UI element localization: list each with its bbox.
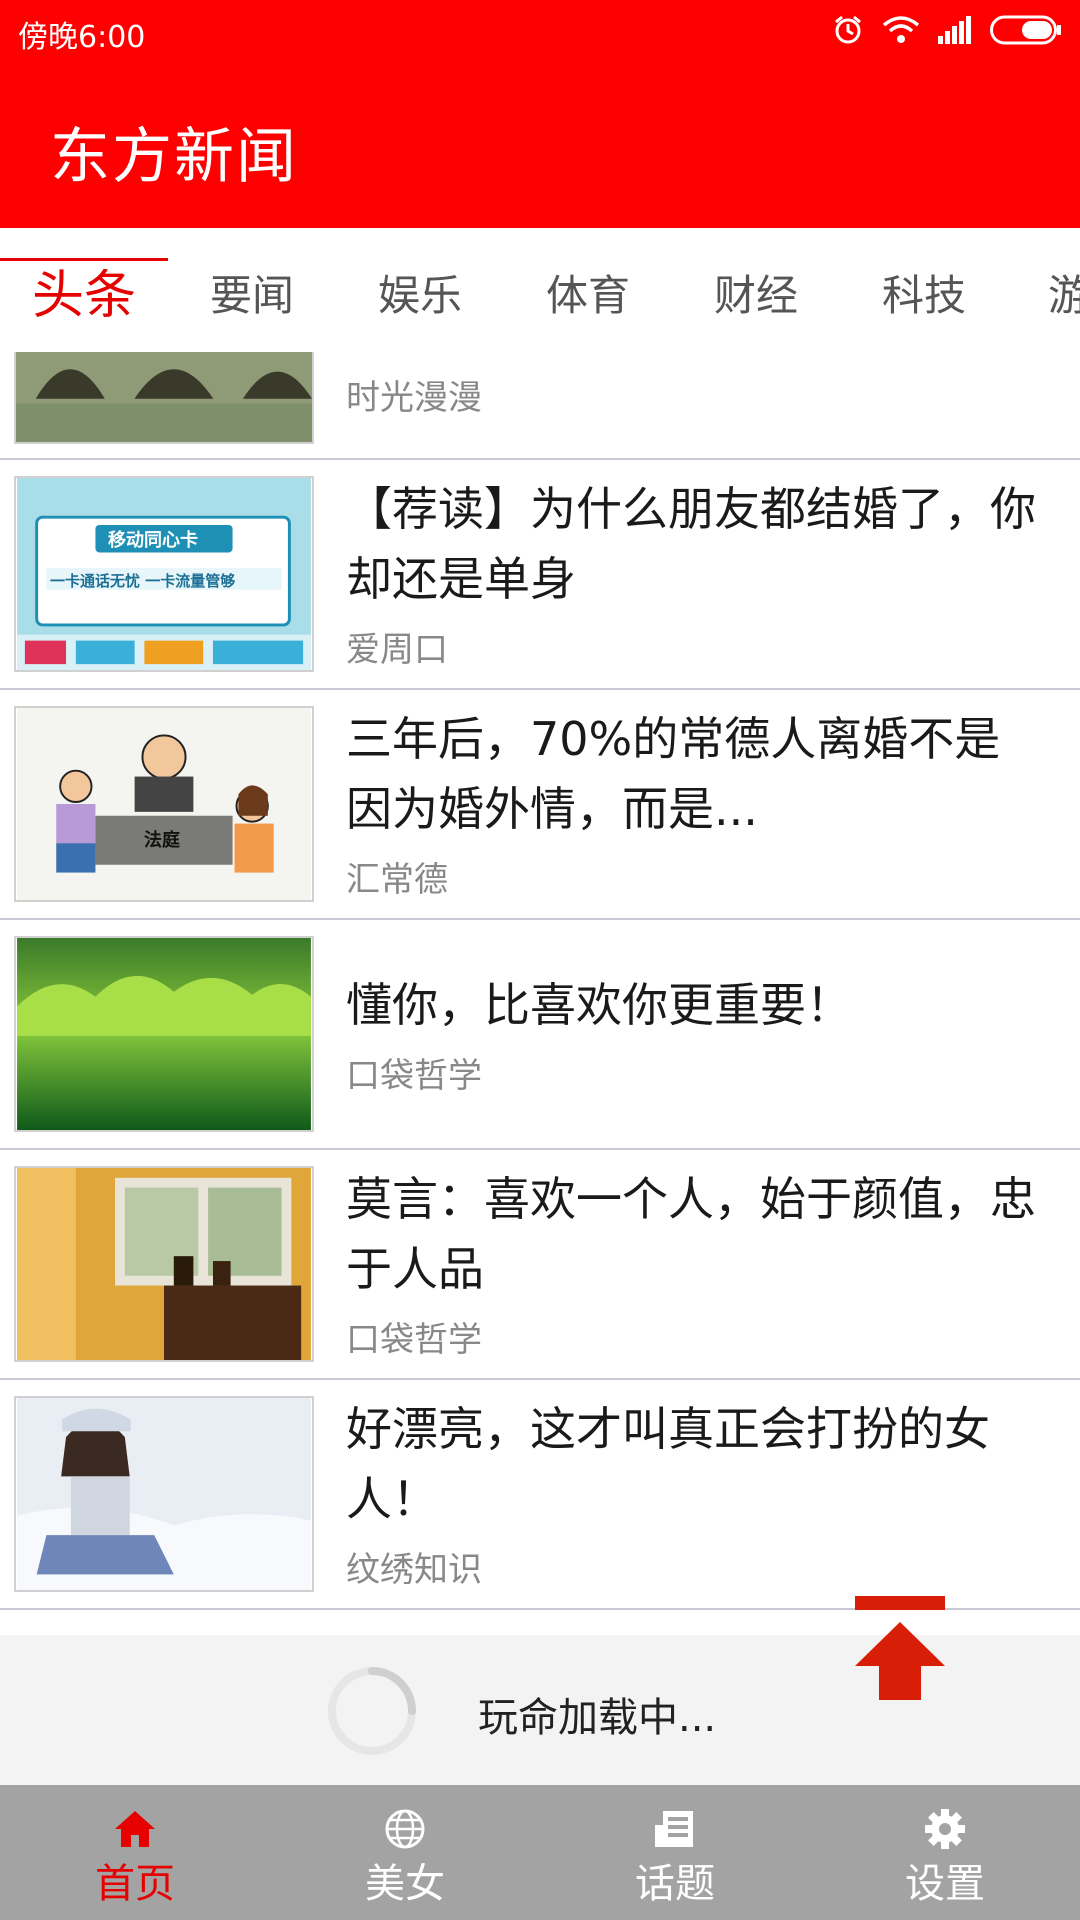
news-title: 三年后，70%的常德人离婚不是因为婚外情，而是... [346, 712, 1001, 836]
ad-subtitle-text: 一卡通话无忧 一卡流量管够 [50, 572, 236, 590]
nav-label: 话题 [635, 1861, 715, 1907]
news-item[interactable]: 时光漫漫 [0, 352, 1080, 460]
news-title: 莫言：喜欢一个人，始于颜值，忠于人品 [346, 1172, 1036, 1296]
tab-indicator [0, 258, 168, 261]
category-tab-bar[interactable]: 头条 要闻 娱乐 体育 财经 科技 游 [0, 240, 1080, 352]
green-lake-image [14, 936, 314, 1132]
back-to-top-icon[interactable] [855, 1596, 945, 1700]
status-bar: 傍晚6:00 [0, 0, 1080, 60]
news-title: 【荐读】为什么朋友都结婚了，你却还是单身 [346, 482, 1036, 606]
nav-label: 首页 [95, 1861, 175, 1907]
home-icon [115, 1811, 155, 1847]
bottom-navigation: 首页 美女 话题 设置 [0, 1785, 1080, 1920]
nav-item-beauty[interactable]: 美女 [270, 1785, 540, 1920]
news-item[interactable]: 法庭 三年后，70%的常德人离婚不是因为婚外情，而是... 汇常德 [0, 690, 1080, 920]
news-item[interactable]: 移动同心卡 一卡通话无忧 一卡流量管够 【荐读】为什么朋友都结婚了，你却还是单身… [0, 460, 1080, 690]
news-source: 口袋哲学 [346, 1320, 482, 1360]
newspaper-icon [655, 1811, 693, 1847]
court-sign-text: 法庭 [144, 830, 180, 851]
nav-item-settings[interactable]: 设置 [810, 1785, 1080, 1920]
wifi-icon [882, 16, 920, 43]
loading-text: 玩命加载中... [478, 1695, 717, 1741]
globe-icon [385, 1809, 425, 1849]
tab-headlines[interactable]: 头条 [0, 240, 168, 352]
news-list[interactable]: 时光漫漫 移动同心卡 一卡通话无忧 一卡流量管够 【荐读】为什么朋友都结婚了，你… [0, 352, 1080, 1635]
gear-icon [925, 1809, 965, 1849]
app-bar: 东方新闻 [0, 60, 1080, 228]
alarm-icon [835, 15, 861, 44]
nav-item-topics[interactable]: 话题 [540, 1785, 810, 1920]
status-time: 傍晚6:00 [18, 20, 146, 55]
loading-spinner-icon [328, 1667, 416, 1755]
tab-games[interactable]: 游 [1008, 240, 1080, 352]
news-source: 时光漫漫 [346, 378, 482, 418]
bridge-river-image [14, 352, 314, 444]
mobile-card-ad-image: 移动同心卡 一卡通话无忧 一卡流量管够 [14, 476, 314, 672]
news-source: 爱周口 [346, 630, 448, 670]
tab-technology[interactable]: 科技 [840, 240, 1008, 352]
status-icons [832, 12, 1062, 48]
app-title: 东方新闻 [50, 122, 298, 192]
news-item[interactable]: 懂你，比喜欢你更重要！ 口袋哲学 [0, 920, 1080, 1150]
news-title: 懂你，比喜欢你更重要！ [346, 978, 852, 1032]
signal-icon [938, 16, 971, 44]
window-room-image [14, 1166, 314, 1362]
news-source: 纹绣知识 [346, 1550, 482, 1590]
tab-finance[interactable]: 财经 [672, 240, 840, 352]
nav-label: 设置 [905, 1861, 985, 1907]
nav-item-home[interactable]: 首页 [0, 1785, 270, 1920]
news-source: 口袋哲学 [346, 1056, 482, 1096]
tab-important-news[interactable]: 要闻 [168, 240, 336, 352]
tab-entertainment[interactable]: 娱乐 [336, 240, 504, 352]
tab-sports[interactable]: 体育 [504, 240, 672, 352]
nav-label: 美女 [365, 1861, 445, 1907]
news-item[interactable]: 好漂亮，这才叫真正会打扮的女人！ 纹绣知识 [0, 1380, 1080, 1610]
news-item[interactable]: 莫言：喜欢一个人，始于颜值，忠于人品 口袋哲学 [0, 1150, 1080, 1380]
battery-icon [990, 15, 1061, 45]
court-cartoon-image: 法庭 [14, 706, 314, 902]
news-title: 好漂亮，这才叫真正会打扮的女人！ [346, 1402, 990, 1526]
news-source: 汇常德 [346, 860, 448, 900]
ad-title-text: 移动同心卡 [108, 530, 198, 551]
snow-girl-image [14, 1396, 314, 1592]
